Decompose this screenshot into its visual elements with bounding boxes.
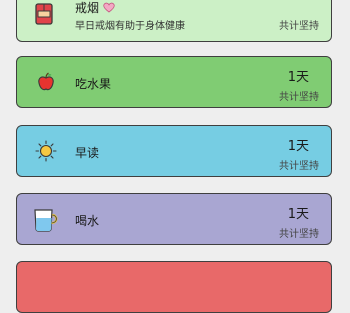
apple-icon	[37, 72, 59, 94]
persist-label: 共计坚持	[279, 92, 319, 103]
habit-title: 吃水果	[75, 77, 112, 91]
habit-card-quit-smoking[interactable]: 戒烟 早日戒烟有助于身体健康 共计坚持	[16, 0, 332, 42]
persist-label: 共计坚持	[279, 161, 319, 172]
water-cup-icon	[33, 208, 58, 232]
heart-icon	[103, 2, 115, 16]
habit-days: 1天	[287, 207, 309, 222]
cigarette-pack-icon	[35, 3, 57, 25]
habit-title: 早读	[75, 146, 100, 160]
habit-card-drink-water[interactable]: 喝水 1天 共计坚持	[16, 193, 332, 245]
habit-card-next[interactable]	[16, 261, 332, 313]
persist-label: 共计坚持	[279, 229, 319, 240]
sun-icon	[35, 140, 57, 162]
persist-label: 共计坚持	[279, 21, 319, 32]
habit-days: 1天	[287, 70, 309, 85]
habit-title: 喝水	[75, 214, 100, 228]
habit-card-morning-reading[interactable]: 早读 1天 共计坚持	[16, 125, 332, 177]
habit-days: 1天	[287, 139, 309, 154]
habit-card-eat-fruit[interactable]: 吃水果 1天 共计坚持	[16, 56, 332, 108]
habit-title: 戒烟	[75, 0, 115, 16]
habit-subtitle: 早日戒烟有助于身体健康	[75, 21, 185, 32]
